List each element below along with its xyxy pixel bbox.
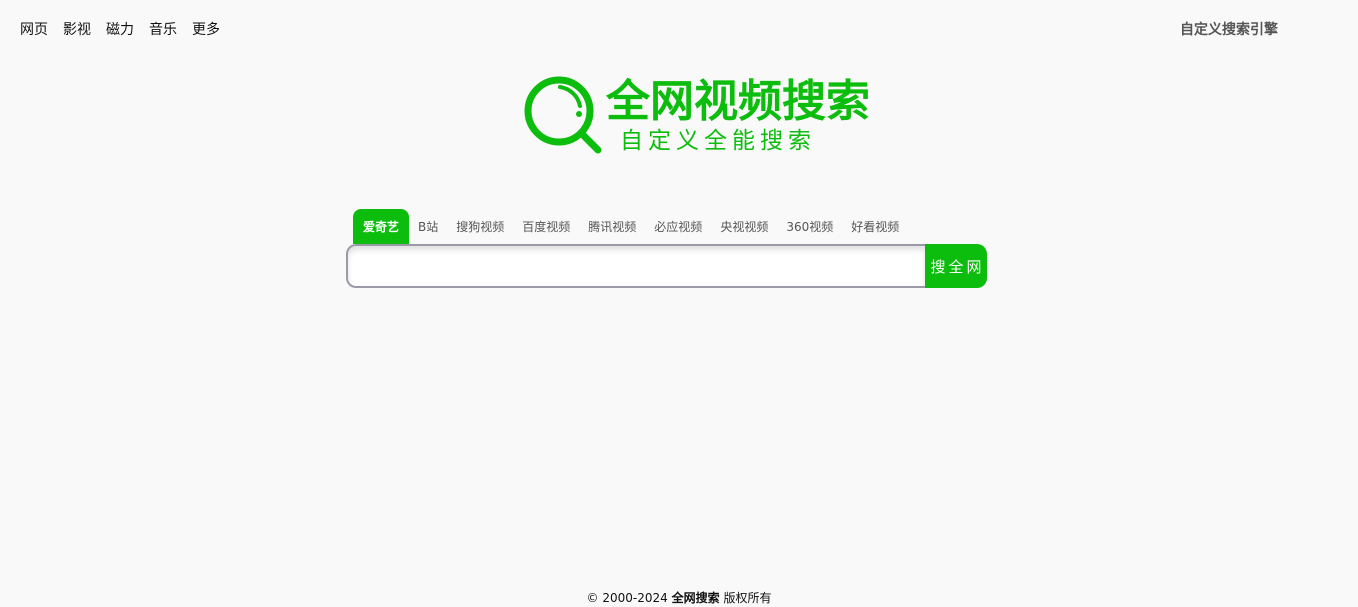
nav-item-music[interactable]: 音乐 (149, 20, 177, 40)
search-bar: 搜全网 (346, 244, 987, 288)
logo: 全网视频搜索 自定义全能搜索 (522, 74, 870, 158)
footer-rights: 版权所有 (723, 591, 772, 605)
search-input[interactable] (346, 244, 926, 288)
nav-item-magnet[interactable]: 磁力 (106, 20, 134, 40)
tab-tencent-video[interactable]: 腾讯视频 (579, 209, 645, 244)
tab-sogou-video[interactable]: 搜狗视频 (447, 209, 513, 244)
nav-item-video[interactable]: 影视 (63, 20, 91, 40)
source-tabs: 爱奇艺 B站 搜狗视频 百度视频 腾讯视频 必应视频 央视视频 360视频 好看… (353, 209, 908, 244)
tab-iqiyi[interactable]: 爱奇艺 (353, 209, 410, 244)
nav-item-web[interactable]: 网页 (20, 20, 48, 40)
tab-360-video[interactable]: 360视频 (777, 209, 842, 244)
footer-brand: 全网搜索 (671, 591, 720, 605)
footer-copyright: © 2000-2024 (586, 591, 668, 605)
footer: © 2000-2024 全网搜索 版权所有 (0, 590, 1358, 607)
page: 网页 影视 磁力 音乐 更多 自定义搜索引擎 全网视频搜索 自定义全能搜索 爱奇… (0, 0, 1358, 607)
search-magnifier-icon (524, 76, 602, 154)
search-all-button[interactable]: 搜全网 (925, 244, 987, 288)
tab-bilibili[interactable]: B站 (409, 209, 447, 244)
tab-bing-video[interactable]: 必应视频 (645, 209, 711, 244)
tab-cctv-video[interactable]: 央视视频 (711, 209, 777, 244)
custom-search-engine-link[interactable]: 自定义搜索引擎 (1180, 20, 1278, 40)
tab-baidu-video[interactable]: 百度视频 (513, 209, 579, 244)
top-nav: 网页 影视 磁力 音乐 更多 (20, 20, 235, 40)
logo-subtitle: 自定义全能搜索 (620, 128, 816, 154)
nav-item-more[interactable]: 更多 (192, 20, 220, 40)
logo-title: 全网视频搜索 (606, 76, 870, 127)
tab-haokan-video[interactable]: 好看视频 (842, 209, 908, 244)
